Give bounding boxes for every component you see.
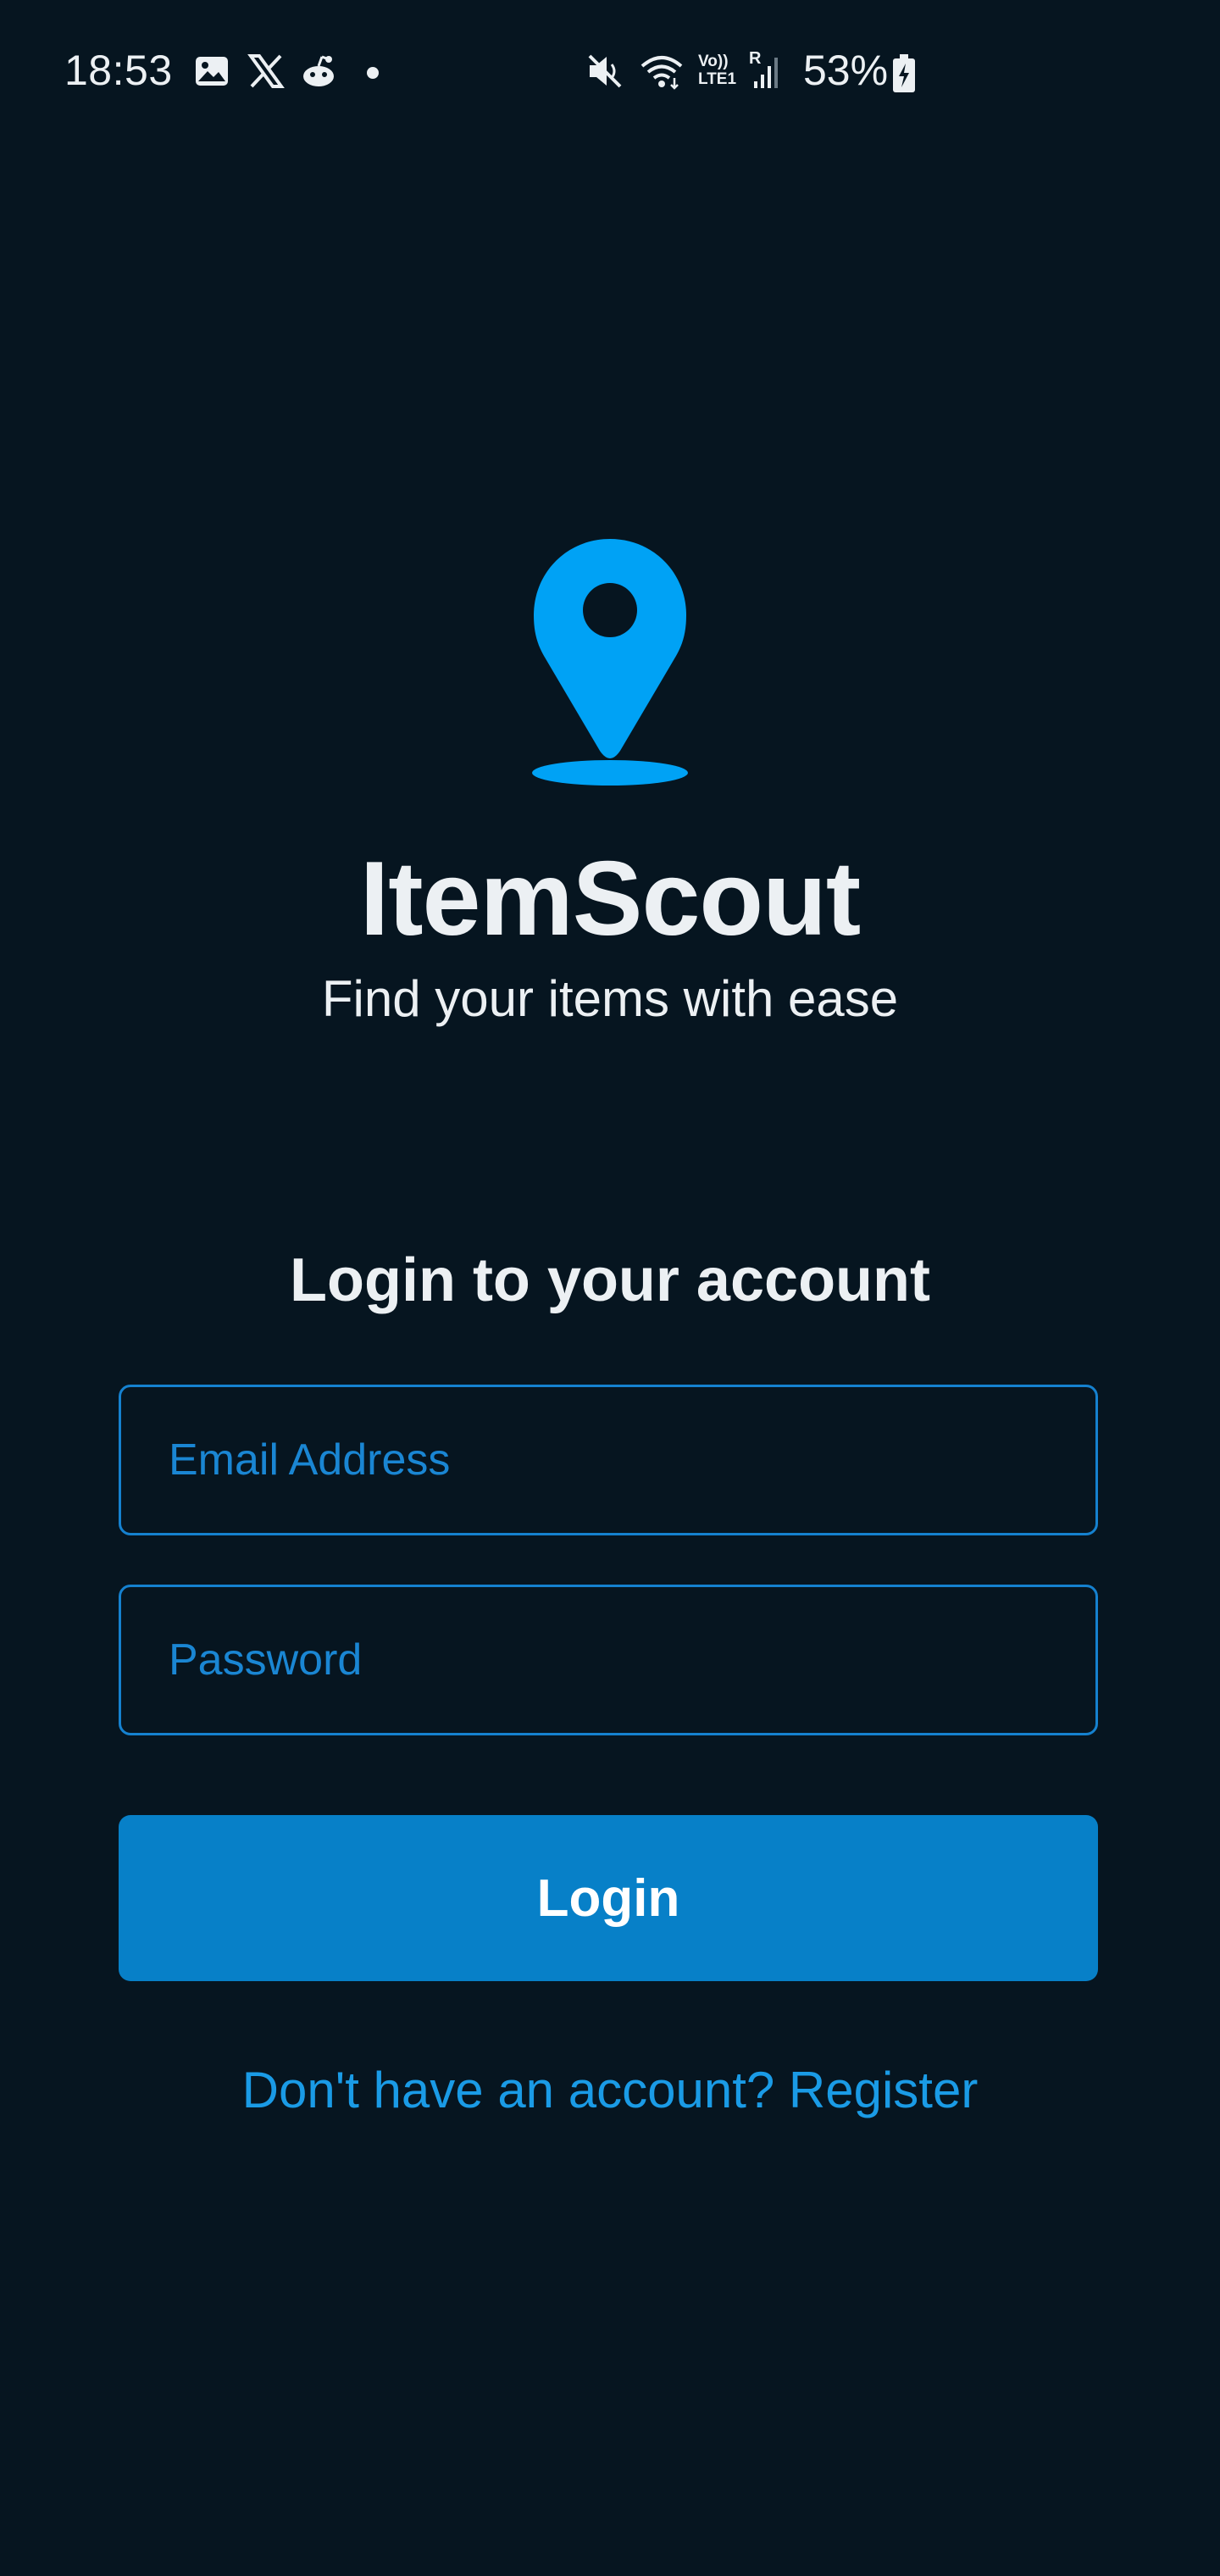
image-icon	[196, 57, 228, 86]
mute-icon	[588, 54, 622, 88]
battery-percentage: 53%	[803, 47, 889, 94]
volte-icon: Vo)) LTE1	[698, 53, 749, 92]
login-button[interactable]: Login	[119, 1815, 1098, 1981]
password-input[interactable]	[121, 1587, 1095, 1733]
login-button-label: Login	[536, 1868, 680, 1928]
dot-icon	[367, 67, 379, 79]
battery-charging-icon	[893, 54, 915, 92]
status-bar: 18:53 Vo)) LTE1 R 53%	[0, 0, 1220, 146]
email-input[interactable]	[121, 1387, 1095, 1533]
login-heading: Login to your account	[290, 1246, 930, 1314]
app-tagline: Find your items with ease	[321, 970, 899, 1027]
login-screen: 18:53 Vo)) LTE1 R 53% ItemScout Find you…	[0, 0, 1220, 2576]
reddit-icon	[303, 55, 334, 86]
password-field[interactable]	[119, 1585, 1098, 1735]
register-link[interactable]: Don't have an account? Register	[0, 2061, 1220, 2119]
signal-icon: R	[749, 49, 786, 92]
wifi-icon	[640, 56, 683, 90]
volte-label: Vo)) LTE1	[698, 53, 737, 88]
location-pin-icon	[532, 539, 688, 786]
x-icon	[247, 54, 285, 88]
email-field[interactable]	[119, 1385, 1098, 1535]
signal-bars-icon	[754, 58, 778, 88]
app-title: ItemScout	[359, 841, 861, 958]
status-time: 18:53	[64, 47, 173, 94]
